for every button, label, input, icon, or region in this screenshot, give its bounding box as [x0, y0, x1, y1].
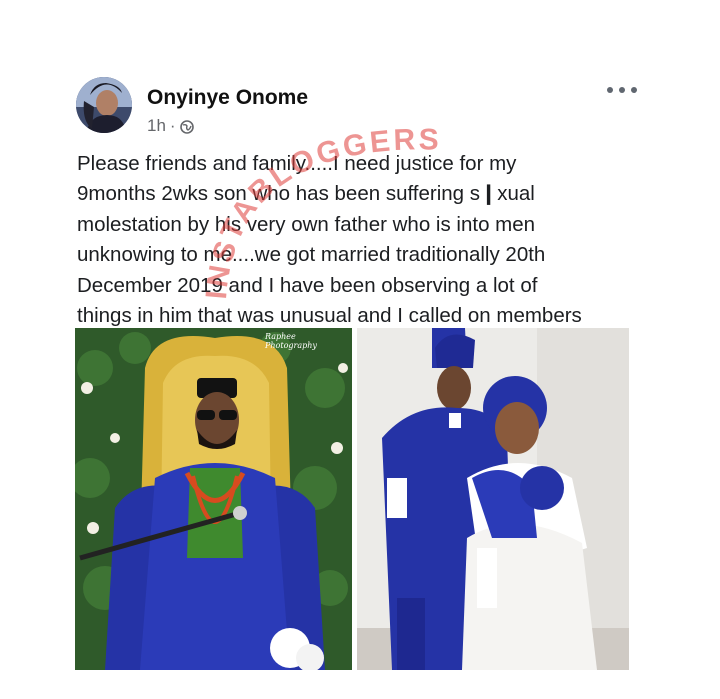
- facebook-post: Onyinye Onome 1h · Please friends and fa…: [0, 0, 720, 699]
- avatar-image: [76, 77, 132, 133]
- post-text-line: 9months 2wks son who has been suffering …: [77, 182, 535, 206]
- photographer-caption-line: Raphee: [265, 332, 296, 341]
- post-text-line: Please friends and family.....I need jus…: [77, 152, 517, 175]
- post-text-line: things in him that was unusual and I cal…: [77, 304, 582, 328]
- author-name[interactable]: Onyinye Onome: [147, 86, 308, 110]
- photographer-watermark: Raphee Photography: [265, 332, 317, 350]
- post-text-line: unknowing to me....we got married tradit…: [77, 243, 546, 267]
- more-options-icon[interactable]: [607, 80, 637, 100]
- post-text-line: December 2019 and I have been observing …: [77, 273, 538, 297]
- photo-family[interactable]: [357, 328, 629, 670]
- globe-icon: [179, 119, 194, 134]
- photo-groom-throne[interactable]: Raphee Photography: [75, 328, 352, 670]
- meta-separator: ·: [169, 116, 176, 135]
- avatar[interactable]: [76, 77, 132, 133]
- post-time[interactable]: 1h: [147, 116, 166, 136]
- post-text: Please friends and family.....I need jus…: [77, 149, 657, 331]
- photographer-caption-line: Photography: [265, 341, 317, 350]
- post-text-line: molestation by his very own father who i…: [77, 212, 536, 236]
- post-meta: 1h ·: [147, 116, 194, 136]
